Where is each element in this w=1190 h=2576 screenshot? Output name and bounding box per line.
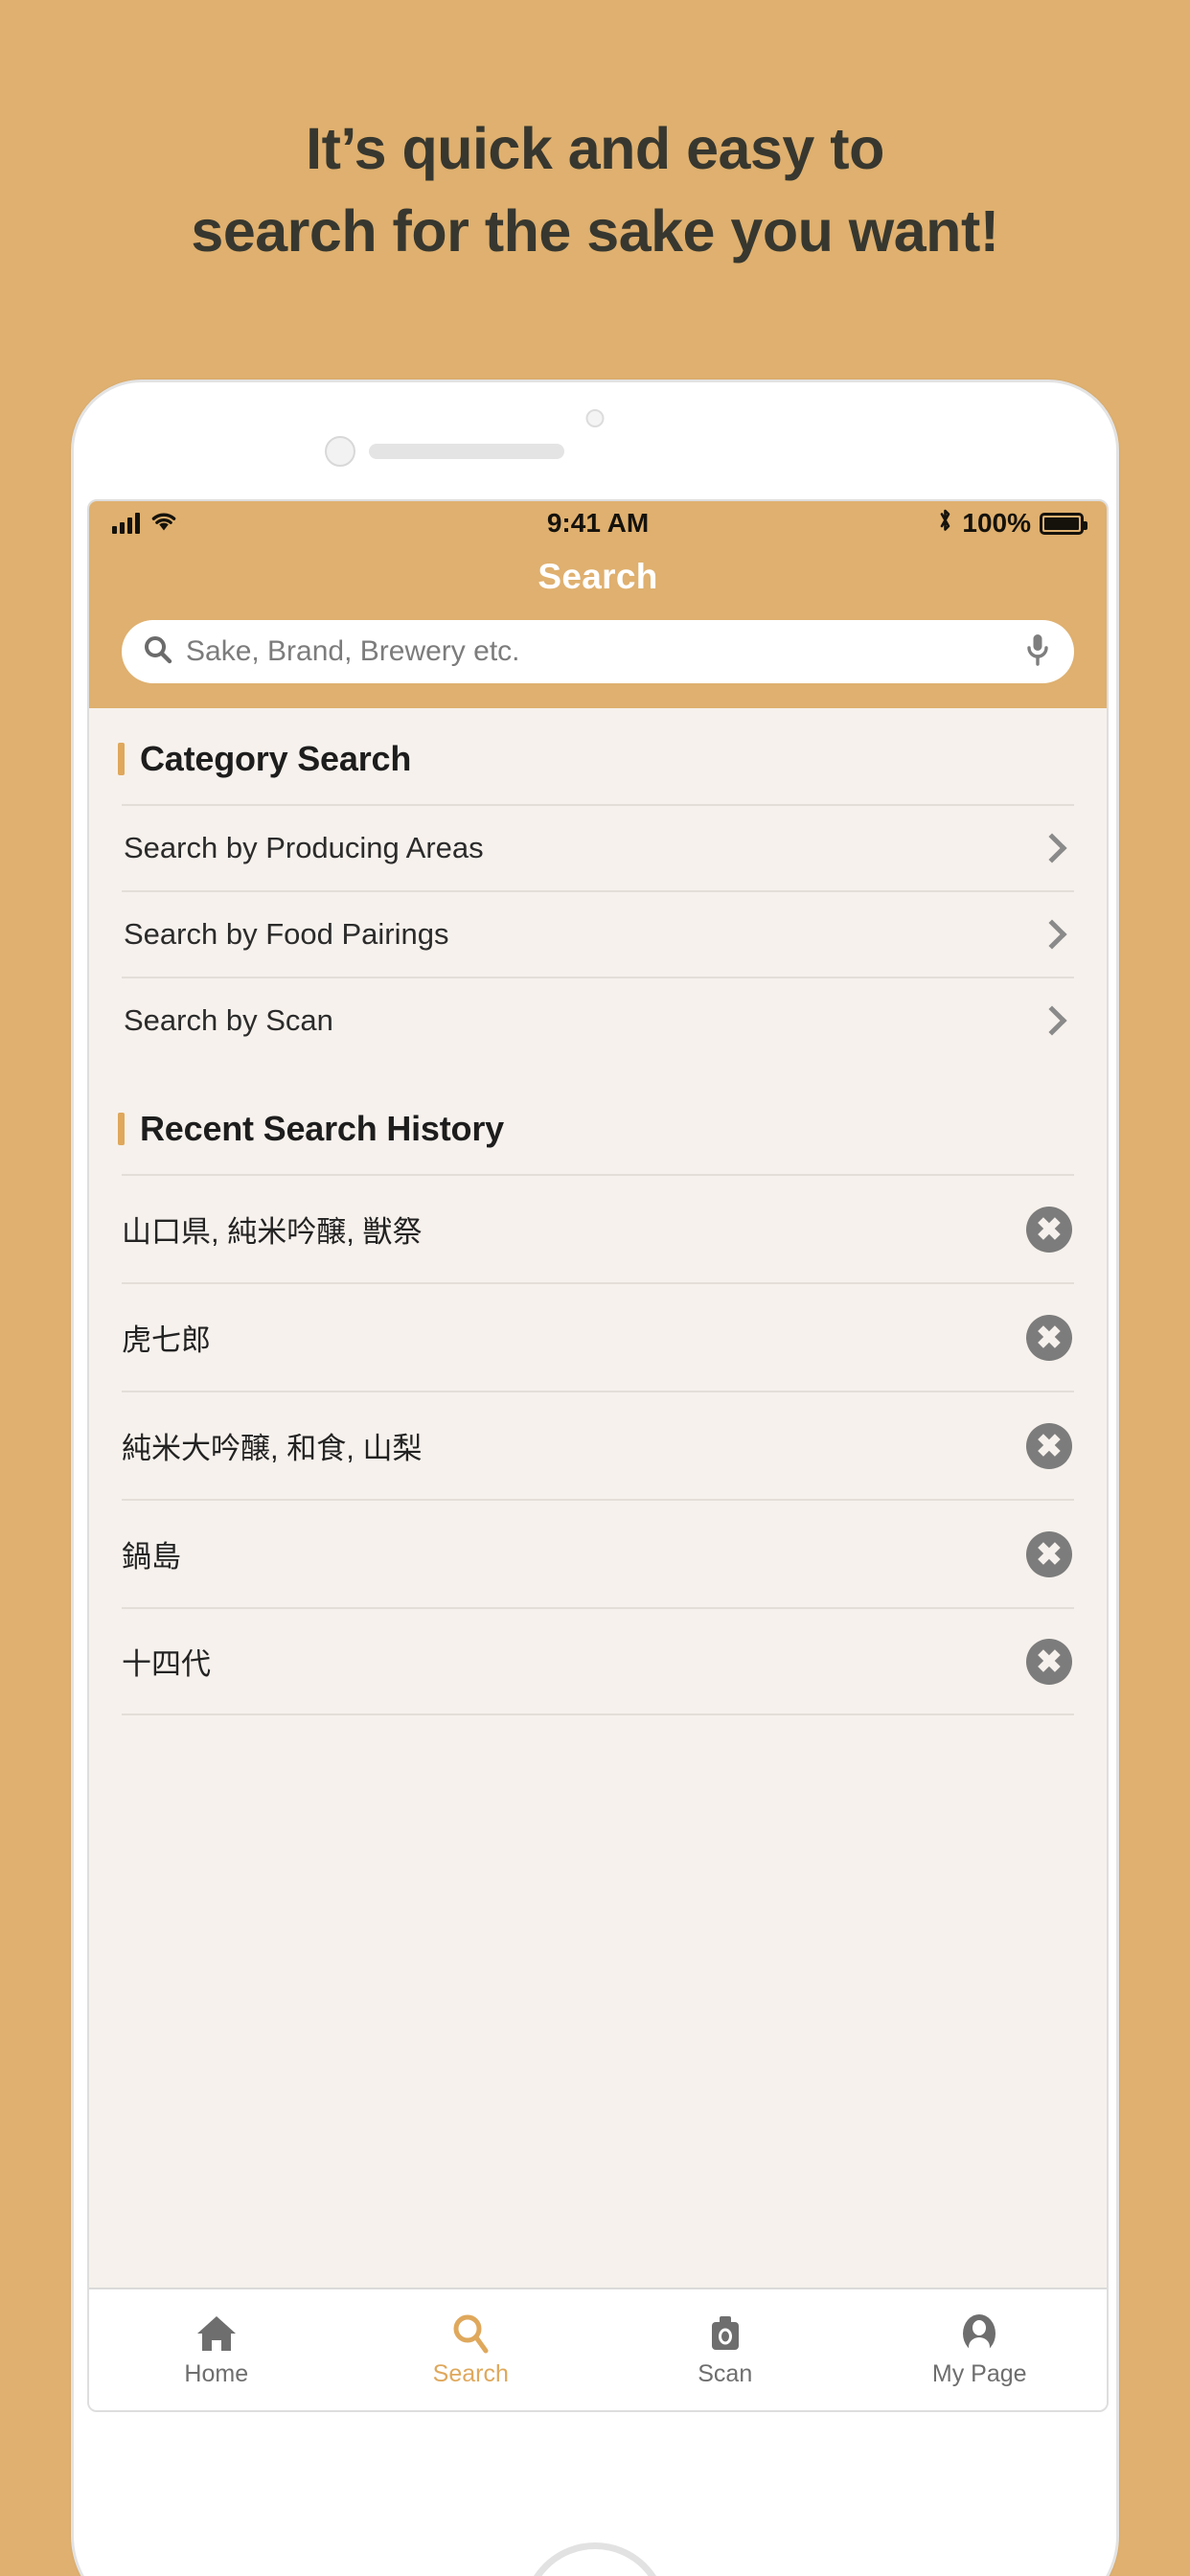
tab-home[interactable]: Home — [89, 2289, 344, 2410]
microphone-icon[interactable] — [1024, 632, 1051, 673]
category-item-scan[interactable]: Search by Scan — [122, 977, 1074, 1063]
list-item[interactable]: 虎七郎 ✖ — [122, 1282, 1074, 1391]
front-camera-icon — [585, 409, 605, 427]
chevron-right-icon — [1037, 919, 1067, 950]
status-bar-time: 9:41 AM — [546, 508, 650, 538]
category-item-label: Search by Food Pairings — [124, 917, 449, 951]
headline-line-1: It’s quick and easy to — [306, 116, 884, 181]
category-section-header: Category Search — [89, 708, 1107, 804]
chevron-right-icon — [1037, 1005, 1067, 1036]
home-icon — [195, 2312, 239, 2355]
search-icon — [143, 634, 172, 669]
history-item-label: 虎七郎 — [122, 1323, 211, 1357]
history-section-header: Recent Search History — [89, 1063, 1107, 1174]
status-bar-right: 100% — [649, 508, 1088, 540]
earpiece-speaker-icon — [369, 444, 564, 459]
history-list: 山口県, 純米吟醸, 獣祭 ✖ 虎七郎 ✖ 純米大吟醸, 和食, 山梨 ✖ 鍋島… — [89, 1174, 1107, 1715]
history-item-label: 鍋島 — [122, 1540, 181, 1574]
list-item[interactable]: 純米大吟醸, 和食, 山梨 ✖ — [122, 1391, 1074, 1499]
page-title: It’s quick and easy to search for the sa… — [0, 115, 1190, 266]
section-accent-bar — [118, 1113, 125, 1145]
app-nav-bar: Search — [89, 545, 1107, 597]
list-item[interactable]: 十四代 ✖ — [122, 1607, 1074, 1715]
camera-icon — [703, 2312, 747, 2355]
home-button[interactable] — [522, 2542, 668, 2576]
history-item-label: 純米大吟醸, 和食, 山梨 — [122, 1432, 423, 1465]
list-item[interactable]: 鍋島 ✖ — [122, 1499, 1074, 1607]
phone-top-bezel — [74, 382, 1116, 499]
list-item[interactable]: 山口県, 純米吟醸, 獣祭 ✖ — [122, 1174, 1074, 1282]
history-section-title: Recent Search History — [140, 1109, 504, 1148]
category-list: Search by Producing Areas Search by Food… — [89, 804, 1107, 1063]
close-circle-icon[interactable]: ✖ — [1026, 1530, 1072, 1577]
battery-full-icon — [1040, 512, 1088, 535]
proximity-sensor-icon — [325, 436, 355, 467]
status-bar: 9:41 AM 100% — [89, 501, 1107, 545]
battery-percent-label: 100% — [962, 508, 1032, 538]
close-circle-icon[interactable]: ✖ — [1026, 1638, 1072, 1685]
category-item-label: Search by Scan — [124, 1003, 333, 1037]
section-accent-bar — [118, 743, 125, 775]
wifi-icon — [149, 508, 178, 539]
close-circle-icon[interactable]: ✖ — [1026, 1314, 1072, 1361]
tab-label: Home — [184, 2359, 249, 2387]
screen-content: Category Search Search by Producing Area… — [89, 708, 1107, 2288]
bottom-tab-bar: Home Search Scan My Page — [89, 2288, 1107, 2410]
tab-label: Scan — [698, 2359, 753, 2387]
history-item-label: 山口県, 純米吟醸, 獣祭 — [122, 1215, 423, 1249]
category-item-food-pairings[interactable]: Search by Food Pairings — [122, 890, 1074, 977]
search-icon — [449, 2312, 492, 2355]
tab-label: My Page — [931, 2359, 1027, 2387]
category-section-title: Category Search — [140, 739, 412, 778]
nav-title: Search — [538, 557, 658, 596]
history-item-label: 十四代 — [122, 1647, 211, 1681]
phone-screen: 9:41 AM 100% Search Sake, Brand, Brewery… — [87, 499, 1109, 2412]
person-icon — [958, 2312, 1000, 2355]
tab-search[interactable]: Search — [344, 2289, 599, 2410]
headline-line-2: search for the sake you want! — [191, 197, 999, 264]
search-input[interactable]: Sake, Brand, Brewery etc. — [122, 620, 1074, 683]
search-input-placeholder: Sake, Brand, Brewery etc. — [186, 635, 520, 667]
category-item-producing-areas[interactable]: Search by Producing Areas — [122, 804, 1074, 890]
tab-scan[interactable]: Scan — [598, 2289, 853, 2410]
bluetooth-icon — [937, 508, 953, 540]
chevron-right-icon — [1037, 833, 1067, 863]
phone-mockup: 9:41 AM 100% Search Sake, Brand, Brewery… — [71, 380, 1119, 2576]
cellular-signal-icon — [112, 513, 140, 534]
search-bar-container: Sake, Brand, Brewery etc. — [89, 597, 1107, 708]
close-circle-icon[interactable]: ✖ — [1026, 1422, 1072, 1469]
close-circle-icon[interactable]: ✖ — [1026, 1206, 1072, 1253]
category-item-label: Search by Producing Areas — [124, 831, 484, 864]
tab-label: Search — [432, 2359, 509, 2387]
status-bar-left — [112, 508, 547, 539]
tab-my-page[interactable]: My Page — [853, 2289, 1108, 2410]
